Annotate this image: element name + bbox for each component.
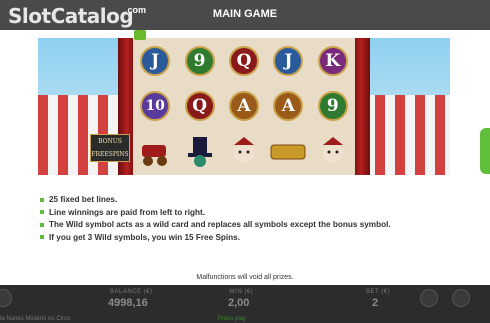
rule-text: If you get 3 Wild symbols, you win 15 Fr… <box>49 232 241 242</box>
game-name: la Nunes Mistério no Circo <box>0 316 71 322</box>
win-value: 2,00 <box>228 297 250 309</box>
reel-cell: J <box>133 38 177 84</box>
symbol-q: Q <box>228 45 259 76</box>
page-title: MAIN GAME <box>212 8 278 20</box>
bet-value: 2 <box>372 297 379 309</box>
reel-cell: 10 <box>133 84 177 130</box>
symbol-q: Q <box>184 91 215 122</box>
bullet-icon <box>40 235 44 239</box>
rules-list: 25 fixed bet lines. Line winnings are pa… <box>40 195 460 245</box>
symbol-a: A <box>273 91 304 122</box>
rule-text: The Wild symbol acts as a wild card and … <box>49 220 391 229</box>
symbol-9: 9 <box>184 45 215 76</box>
menu-button[interactable] <box>0 289 12 307</box>
reel-cell: Q <box>177 84 221 130</box>
reel-cell <box>311 129 355 175</box>
rule-text: 25 fixed bet lines. <box>49 195 118 204</box>
symbol-a: A <box>228 91 259 122</box>
list-item: The Wild symbol acts as a wild card and … <box>40 220 460 229</box>
symbol-10: 10 <box>140 91 171 122</box>
reel-cell <box>177 129 221 175</box>
reel-cell <box>133 129 177 175</box>
info-panel: J 9 Q J K 10 Q A A 9 BONUS FREESPINS 25 … <box>0 30 490 285</box>
list-item: If you get 3 Wild symbols, you win 15 Fr… <box>40 233 460 242</box>
symbol-k: K <box>317 45 348 76</box>
balance-label: BALANCE (€) <box>110 289 153 295</box>
bullet-icon <box>40 197 44 202</box>
bonus-freespins-badge: BONUS FREESPINS <box>90 134 130 162</box>
bonus-label: BONUS <box>98 138 122 145</box>
malfunction-note: Malfunctions will void all prizes. <box>196 274 294 281</box>
bottom-bar: BALANCE (€) 4998,16 WIN (€) 2,00 BET (€)… <box>0 285 490 323</box>
game-window: SlotCatalog .com MAIN GAME J 9 Q J K 10 … <box>0 0 490 323</box>
wild-badge-icon <box>270 144 306 160</box>
reel-cell: K <box>311 38 355 84</box>
list-item: Line winnings are paid from left to righ… <box>40 208 460 217</box>
symbol-j: J <box>273 45 304 76</box>
reel-grid: J 9 Q J K 10 Q A A 9 <box>133 38 355 175</box>
reel-cell <box>266 129 310 175</box>
bullet-icon <box>40 210 44 214</box>
autoplay-button[interactable] <box>420 289 438 307</box>
rule-text: Line winnings are paid from left to righ… <box>49 207 206 217</box>
jester-mask-icon <box>322 137 343 164</box>
header-bar: SlotCatalog .com MAIN GAME <box>0 0 490 30</box>
bullet-icon <box>40 222 44 227</box>
balance-value: 4998,16 <box>108 297 148 309</box>
cannon-icon <box>142 145 168 167</box>
win-label: WIN (€) <box>229 289 254 295</box>
bet-label: BET (€) <box>366 289 391 295</box>
reel-cell: 9 <box>311 84 355 130</box>
spin-button[interactable] <box>452 289 470 307</box>
side-tab-button[interactable] <box>480 128 490 174</box>
jester-mask-icon <box>233 137 254 164</box>
reel-cell <box>222 129 266 175</box>
press-play-hint: Press play <box>218 316 247 322</box>
reel-cell: 9 <box>177 38 221 84</box>
game-banner-image: J 9 Q J K 10 Q A A 9 BONUS FREESPINS <box>38 38 450 175</box>
logo-check-icon <box>134 30 146 40</box>
reel-cell: A <box>266 84 310 130</box>
symbol-j: J <box>140 45 171 76</box>
list-item: 25 fixed bet lines. <box>40 195 460 204</box>
reel-cell: J <box>266 38 310 84</box>
reel-cell: A <box>222 84 266 130</box>
reel-cell: Q <box>222 38 266 84</box>
symbol-9: 9 <box>317 91 348 122</box>
freespins-label: FREESPINS <box>91 151 129 158</box>
top-hat-icon <box>187 137 212 168</box>
